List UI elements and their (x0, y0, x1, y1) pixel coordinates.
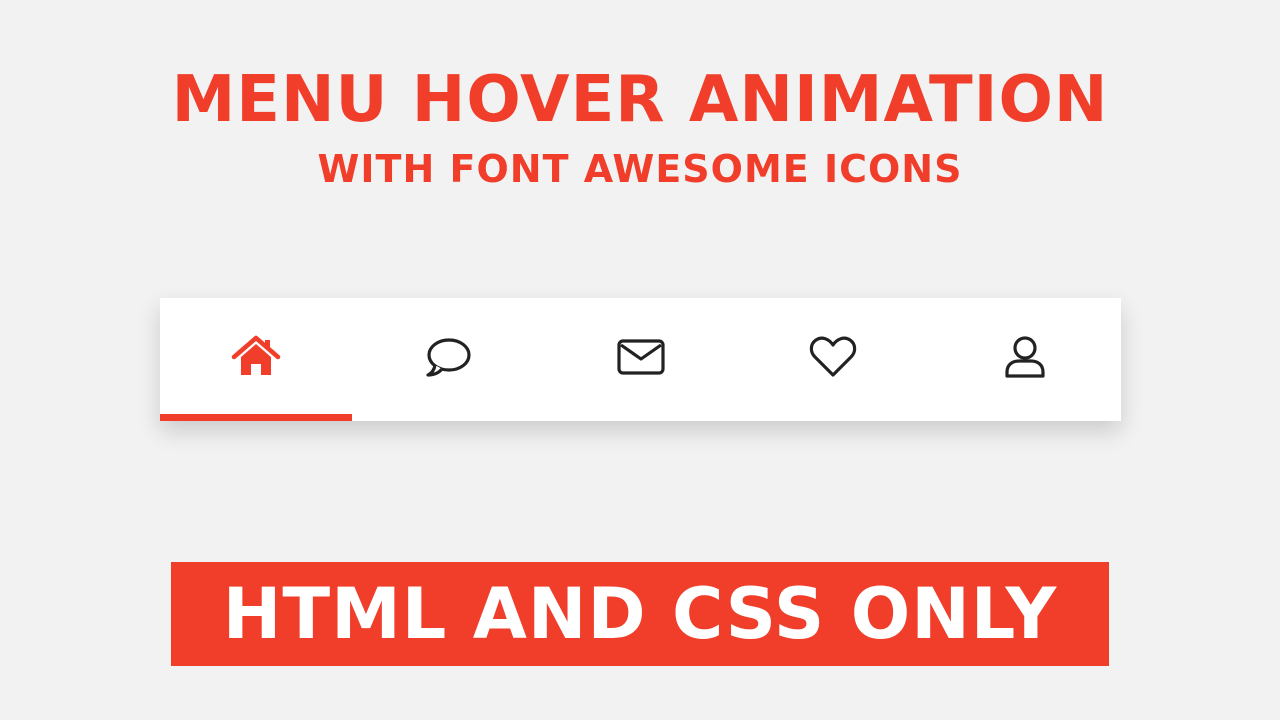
banner: HTML AND CSS ONLY (171, 562, 1109, 666)
menu-item-chat[interactable] (352, 298, 544, 421)
chat-bubble-icon (426, 337, 471, 377)
active-indicator (160, 414, 353, 421)
page-title: MENU HOVER ANIMATION (171, 63, 1109, 137)
home-icon (231, 335, 281, 375)
heart-icon (809, 336, 856, 377)
menu-item-home[interactable] (160, 298, 353, 421)
banner-text: HTML AND CSS ONLY (222, 573, 1058, 655)
user-icon (1005, 335, 1045, 378)
menu-item-profile[interactable] (929, 298, 1121, 421)
menu-item-favorites[interactable] (737, 298, 929, 421)
menu-item-mail[interactable] (544, 298, 736, 421)
icon-menu-bar (160, 298, 1121, 421)
envelope-icon (616, 338, 665, 375)
page-subtitle: WITH FONT AWESOME ICONS (317, 147, 963, 191)
